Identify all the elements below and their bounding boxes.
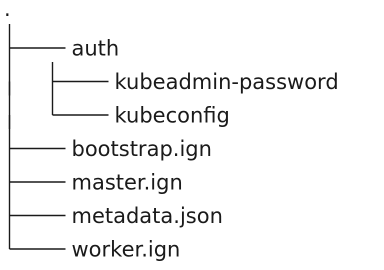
- tree-file-label: worker.ign: [72, 238, 181, 262]
- tree-file-label: kubeadmin-password: [115, 70, 339, 94]
- directory-tree: . auth kubeadmin-password kubeconfig bootst…: [4, 0, 339, 262]
- tree-root-label: .: [4, 0, 11, 21]
- tree-dir-label: auth: [72, 37, 120, 61]
- tree-file-label: bootstrap.ign: [72, 137, 212, 161]
- tree-entries: auth kubeadmin-password kubeconfig bootstra…: [72, 37, 339, 262]
- tree-file-label: master.ign: [72, 171, 183, 195]
- tree-file-label: metadata.json: [72, 204, 223, 228]
- tree-file-label: kubeconfig: [115, 104, 230, 128]
